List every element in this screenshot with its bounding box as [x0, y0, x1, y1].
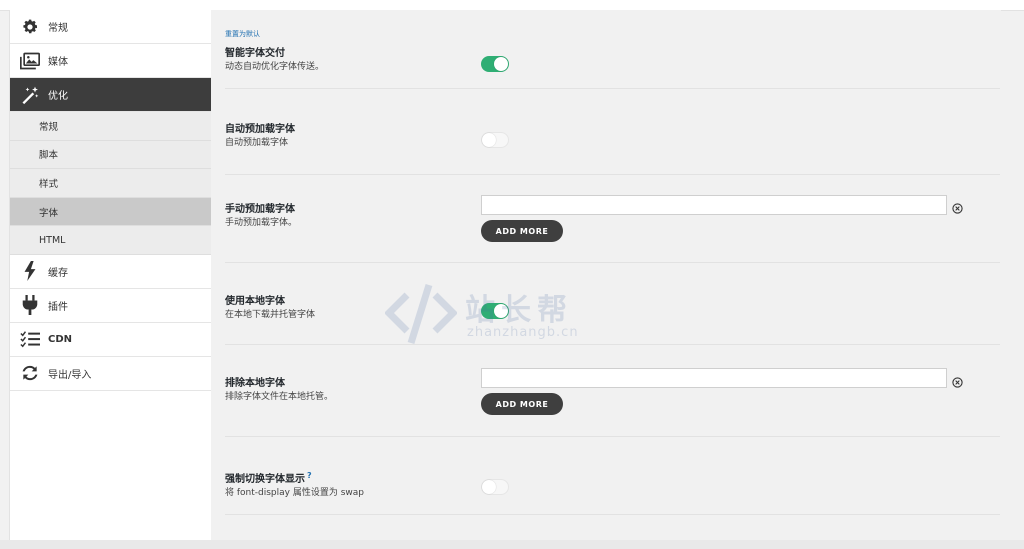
manual-preload-font-input[interactable] [481, 195, 947, 215]
plug-icon [20, 295, 40, 316]
images-icon [20, 51, 40, 71]
reset-to-default-link[interactable]: 重置为默认 [225, 29, 260, 39]
bolt-icon [20, 261, 40, 282]
submenu-item-label: 常规 [39, 121, 59, 133]
use-local-fonts-toggle[interactable] [481, 303, 509, 319]
toggle-knob [494, 57, 508, 71]
sidebar-item-plugins[interactable]: 插件 [10, 289, 211, 323]
toggle-knob [482, 480, 496, 494]
submenu-item-general[interactable]: 常规 [10, 112, 211, 141]
submenu-item-styles[interactable]: 样式 [10, 169, 211, 198]
force-font-display-toggle[interactable] [481, 479, 509, 495]
setting-title: 强制切换字体显示? [225, 470, 312, 485]
clear-icon[interactable] [952, 373, 963, 388]
setting-description: 将 font-display 属性设置为 swap [225, 488, 364, 498]
auto-preload-fonts-toggle[interactable] [481, 132, 509, 148]
setting-exclude-local-fonts: 排除本地字体 排除字体文件在本地托管。 ADD MORE [225, 360, 1000, 437]
gear-icon [20, 17, 40, 37]
setting-title: 排除本地字体 [225, 378, 285, 389]
bottom-bar [0, 540, 1024, 549]
sidebar-item-export-import[interactable]: 导出/导入 [10, 357, 211, 391]
sidebar-item-cdn[interactable]: CDN [10, 323, 211, 357]
help-icon[interactable]: ? [307, 471, 312, 480]
submenu-item-label: 字体 [39, 207, 59, 219]
sync-icon [20, 363, 40, 383]
sidebar-item-label: CDN [48, 333, 73, 345]
submenu-item-scripts[interactable]: 脚本 [10, 140, 211, 170]
setting-description: 自动预加载字体 [225, 138, 289, 148]
sidebar-item-label: 媒体 [48, 57, 68, 68]
setting-title: 手动预加载字体 [225, 204, 295, 215]
setting-title-text: 强制切换字体显示 [225, 474, 305, 485]
sidebar-item-label: 缓存 [48, 267, 68, 279]
setting-title: 使用本地字体 [225, 296, 285, 307]
exclude-local-font-input[interactable] [481, 368, 947, 388]
setting-auto-preload-fonts: 自动预加载字体 自动预加载字体 [225, 110, 1000, 175]
sidebar-item-label: 优化 [48, 91, 68, 102]
submenu-item-label: HTML [39, 234, 66, 246]
checklist-icon [20, 329, 40, 349]
submenu-item-label: 脚本 [39, 150, 59, 162]
setting-description: 在本地下载并托管字体 [225, 310, 316, 320]
add-more-button[interactable]: ADD MORE [481, 393, 563, 415]
setting-title: 智能字体交付 [225, 48, 285, 59]
setting-description: 动态自动优化字体传送。 [225, 62, 325, 72]
magic-wand-icon [20, 85, 40, 105]
toggle-knob [482, 133, 496, 147]
setting-description: 排除字体文件在本地托管。 [225, 392, 334, 402]
sidebar-item-cache[interactable]: 缓存 [10, 255, 211, 289]
setting-use-local-fonts: 使用本地字体 在本地下载并托管字体 [225, 276, 1000, 345]
sidebar-item-label: 插件 [48, 301, 68, 313]
add-more-button[interactable]: ADD MORE [481, 220, 563, 242]
sidebar-item-label: 常规 [48, 23, 68, 34]
sidebar-item-media[interactable]: 媒体 [10, 44, 211, 78]
sidebar-item-label: 导出/导入 [48, 369, 92, 381]
submenu-item-label: 样式 [39, 178, 59, 190]
setting-title: 自动预加载字体 [225, 124, 295, 135]
toggle-knob [494, 304, 508, 318]
sidebar-item-general[interactable]: 常规 [10, 10, 211, 44]
setting-smart-font-delivery: 智能字体交付 动态自动优化字体传送。 [225, 40, 1000, 89]
settings-panel: 重置为默认 智能字体交付 动态自动优化字体传送。 自动预加载字体 自动预加载字体… [211, 10, 1001, 540]
sidebar: 常规 媒体 优化 常规 脚本 样式 字体 HTML 缓存 插件 CDN 导出/导… [9, 10, 212, 540]
setting-description: 手动预加载字体。 [225, 218, 298, 228]
clear-icon[interactable] [952, 199, 963, 214]
smart-font-delivery-toggle[interactable] [481, 56, 509, 72]
setting-force-font-display-swap: 强制切换字体显示? 将 font-display 属性设置为 swap [225, 450, 1000, 515]
submenu-item-fonts[interactable]: 字体 [10, 197, 211, 227]
submenu-item-html[interactable]: HTML [10, 226, 211, 255]
sidebar-item-optimize[interactable]: 优化 [10, 78, 211, 112]
setting-manual-preload-fonts: 手动预加载字体 手动预加载字体。 ADD MORE [225, 186, 1000, 263]
